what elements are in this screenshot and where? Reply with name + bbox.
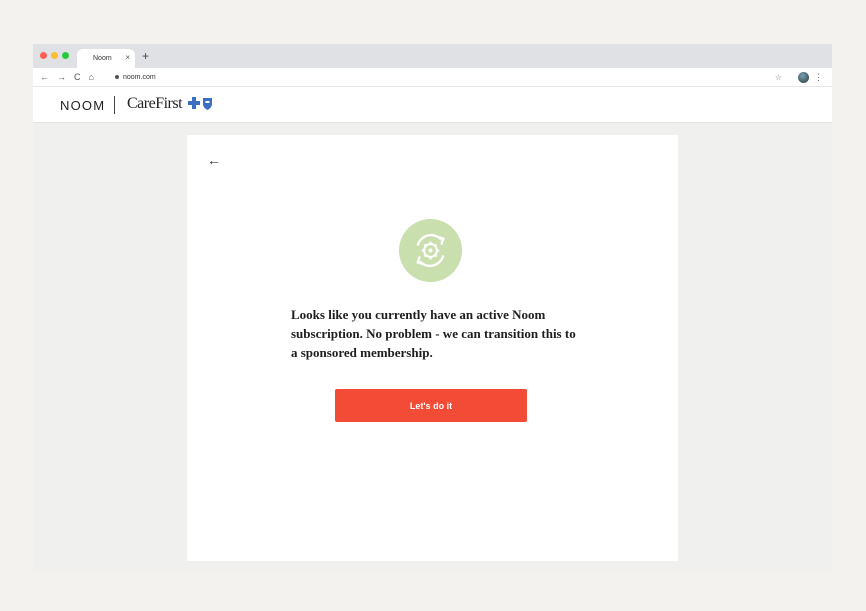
bookmark-star-icon[interactable]: ☆ <box>775 71 782 84</box>
back-arrow-icon[interactable]: ← <box>207 152 221 168</box>
minimize-window-button[interactable] <box>51 52 58 59</box>
noom-logo: NOOM <box>60 98 106 113</box>
home-icon[interactable]: ⌂ <box>89 70 94 84</box>
close-window-button[interactable] <box>40 52 47 59</box>
new-tab-button[interactable]: + <box>142 49 149 63</box>
back-icon[interactable]: ← <box>40 70 49 84</box>
browser-menu-icon[interactable]: ⋮ <box>814 71 823 84</box>
lets-do-it-button[interactable]: Let's do it <box>335 389 527 422</box>
tab-title: Noom <box>93 55 112 62</box>
browser-nav: ← → C ⌂ <box>40 70 94 84</box>
profile-avatar[interactable] <box>798 72 809 83</box>
carefirst-logo: CareFirst <box>127 95 183 112</box>
browser-tab[interactable]: Noom × <box>77 49 135 68</box>
site-header: NOOM CareFirst <box>33 87 832 123</box>
forward-icon[interactable]: → <box>57 70 66 84</box>
url-text: noom.com <box>123 74 156 81</box>
subscription-message: Looks like you currently have an active … <box>291 307 576 360</box>
blue-cross-blue-shield-icon <box>188 97 212 110</box>
browser-titlebar: Noom × + <box>33 44 832 68</box>
address-bar: ← → C ⌂ noom.com ☆ ⋮ <box>33 68 832 87</box>
logo-divider <box>114 96 115 114</box>
reload-icon[interactable]: C <box>74 70 81 84</box>
lock-icon <box>115 75 119 80</box>
maximize-window-button[interactable] <box>62 52 69 59</box>
tab-close-icon[interactable]: × <box>125 53 130 62</box>
subscription-card: ← Looks like you currently have an activ… <box>187 135 678 561</box>
browser-window: Noom × + ← → C ⌂ noom.com ☆ ⋮ NOOM CareF… <box>33 44 832 571</box>
url-field[interactable]: noom.com <box>115 71 156 84</box>
sync-settings-icon <box>398 218 463 283</box>
window-controls <box>40 52 69 59</box>
